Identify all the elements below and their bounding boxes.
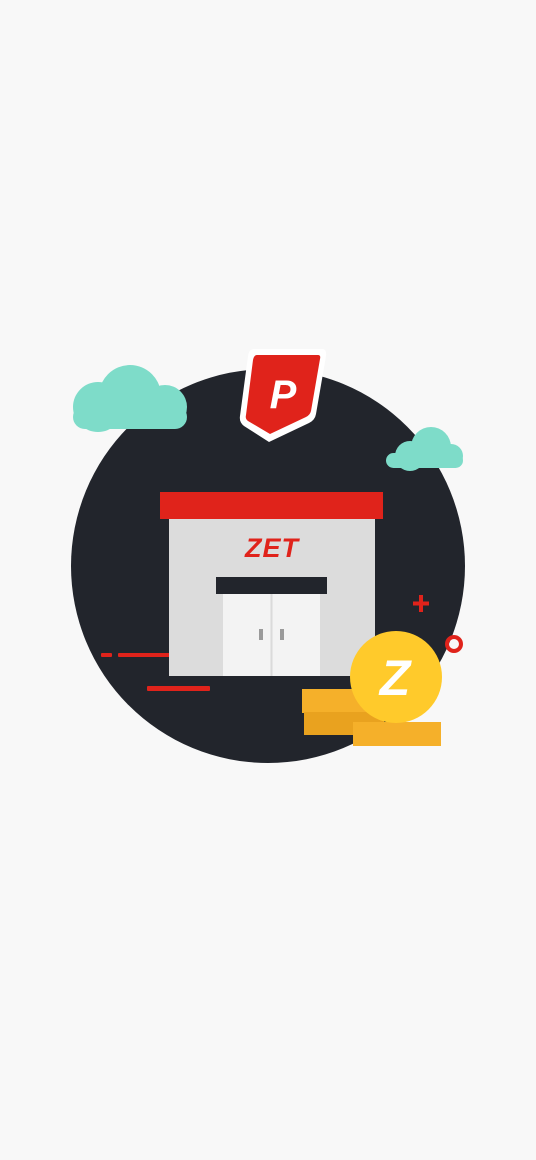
pin-letter: P <box>270 373 297 417</box>
store-illustration: ZET P Z <box>0 0 536 1160</box>
store-sign: ZET <box>244 533 301 563</box>
cloud-icon <box>73 365 187 432</box>
onboarding-screen: ZET P Z <box>0 0 536 1160</box>
coin-icon: Z <box>350 631 442 723</box>
ring-sparkle-icon <box>445 635 463 653</box>
store-icon: ZET <box>160 492 383 676</box>
coin-letter: Z <box>378 650 413 706</box>
